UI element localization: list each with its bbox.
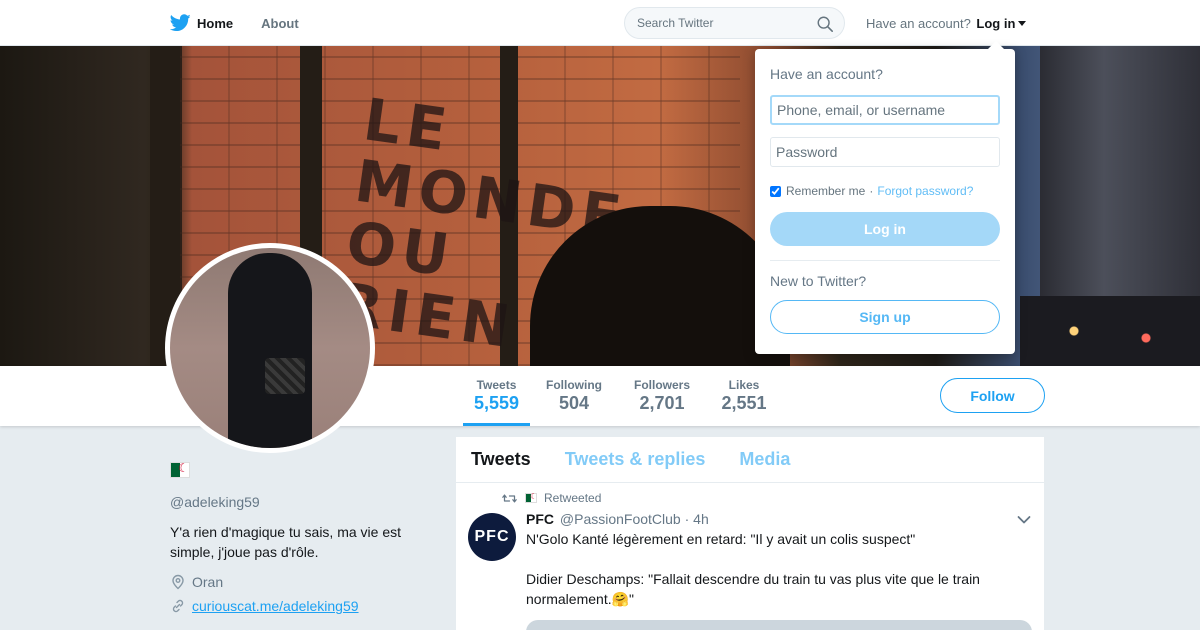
remember-me-checkbox[interactable] [770, 185, 781, 197]
forgot-password-link[interactable]: Forgot password? [877, 184, 973, 198]
website-link[interactable]: curiouscat.me/adeleking59 [192, 598, 359, 614]
password-field[interactable] [770, 137, 1000, 167]
location-pin-icon [172, 574, 184, 590]
tab-tweets-replies[interactable]: Tweets & replies [565, 449, 706, 470]
stat-value: 5,559 [473, 393, 520, 413]
signup-button[interactable]: Sign up [770, 300, 1000, 334]
tweet-text: N'Golo Kanté légèrement en retard: "Il y… [526, 529, 1016, 609]
username-field[interactable] [770, 95, 1000, 125]
nav-home-link[interactable]: Home [170, 14, 233, 32]
tab-tweets[interactable]: Tweets [471, 449, 531, 470]
algeria-flag-icon [525, 492, 537, 503]
profile-bio: Y'a rien d'magique tu sais, ma vie est s… [170, 524, 402, 560]
retweet-icon [502, 494, 517, 502]
nav-left: Home About [170, 0, 327, 46]
tab-media[interactable]: Media [739, 449, 790, 470]
stat-value: 2,551 [721, 393, 767, 413]
tweet-author-name[interactable]: PFC [526, 511, 554, 527]
tweet-line: Didier Deschamps: "Fallait descendre du … [526, 571, 980, 607]
twitter-bird-icon [170, 14, 191, 32]
tweet-line: N'Golo Kanté légèrement en retard: "Il y… [526, 531, 916, 547]
profile-handle[interactable]: @adeleking59 [170, 494, 420, 510]
top-navigation: Home About Have an account? Log in [0, 0, 1200, 46]
stat-value: 2,701 [639, 393, 685, 413]
follow-button[interactable]: Follow [940, 378, 1045, 413]
avatar-person [228, 253, 312, 448]
banner-street-lights [1020, 296, 1200, 366]
timeline-tabs: Tweets Tweets & replies Media [456, 437, 1044, 483]
search-icon[interactable] [816, 15, 834, 33]
stat-value: 504 [558, 393, 590, 413]
tweet-header: PFC @PassionFootClub · 4h [526, 511, 709, 527]
login-toggle-label: Log in [976, 16, 1016, 31]
profile-avatar[interactable] [165, 243, 375, 453]
chevron-down-icon[interactable] [1017, 515, 1031, 525]
search-input[interactable] [637, 16, 807, 30]
nav-about-link[interactable]: About [261, 16, 299, 31]
dropdown-title: Have an account? [770, 66, 883, 82]
tweet-author-handle[interactable]: @PassionFootClub [560, 511, 681, 527]
profile-location: Oran [170, 574, 420, 590]
stat-label: Followers [633, 378, 690, 392]
tweet-spacer [526, 549, 1016, 569]
retweeted-label: Retweeted [544, 491, 602, 505]
dropdown-divider [770, 260, 1000, 261]
link-icon [172, 599, 184, 613]
tweet-timestamp[interactable]: · 4h [685, 511, 709, 527]
stat-followers[interactable]: Followers 2,701 [628, 378, 696, 426]
tweet-media-card[interactable] [526, 620, 1032, 630]
nav-home-label: Home [197, 15, 234, 31]
profile-info: @adeleking59 Y'a rien d'magique tu sais,… [170, 461, 420, 614]
stat-likes[interactable]: Likes 2,551 [716, 378, 772, 426]
stat-following[interactable]: Following 504 [540, 378, 608, 426]
login-button[interactable]: Log in [770, 212, 1000, 246]
tweet-author-avatar[interactable]: PFC [468, 513, 516, 561]
algeria-flag-icon [170, 461, 190, 478]
separator-dot: · [869, 184, 874, 198]
search-box[interactable] [624, 7, 845, 39]
stat-label: Tweets [476, 378, 517, 392]
account-menu: Have an account? Log in [866, 16, 1027, 31]
caret-down-icon [1018, 21, 1027, 26]
remember-row: Remember me · Forgot password? [770, 184, 973, 198]
avatar-bag [265, 358, 305, 394]
stat-label: Following [546, 378, 602, 392]
login-dropdown-toggle[interactable]: Log in [976, 16, 1027, 31]
new-to-twitter-text: New to Twitter? [770, 273, 867, 289]
login-dropdown: Have an account? Remember me · Forgot pa… [755, 41, 1015, 354]
avatar-photo [170, 248, 370, 448]
stat-label: Likes [728, 378, 760, 392]
location-text: Oran [192, 574, 224, 590]
retweet-context: Retweeted [502, 491, 601, 505]
remember-me-label[interactable]: Remember me [786, 184, 865, 198]
have-account-text: Have an account? [866, 16, 971, 31]
stat-tweets[interactable]: Tweets 5,559 [463, 378, 530, 426]
profile-website[interactable]: curiouscat.me/adeleking59 [170, 598, 420, 614]
